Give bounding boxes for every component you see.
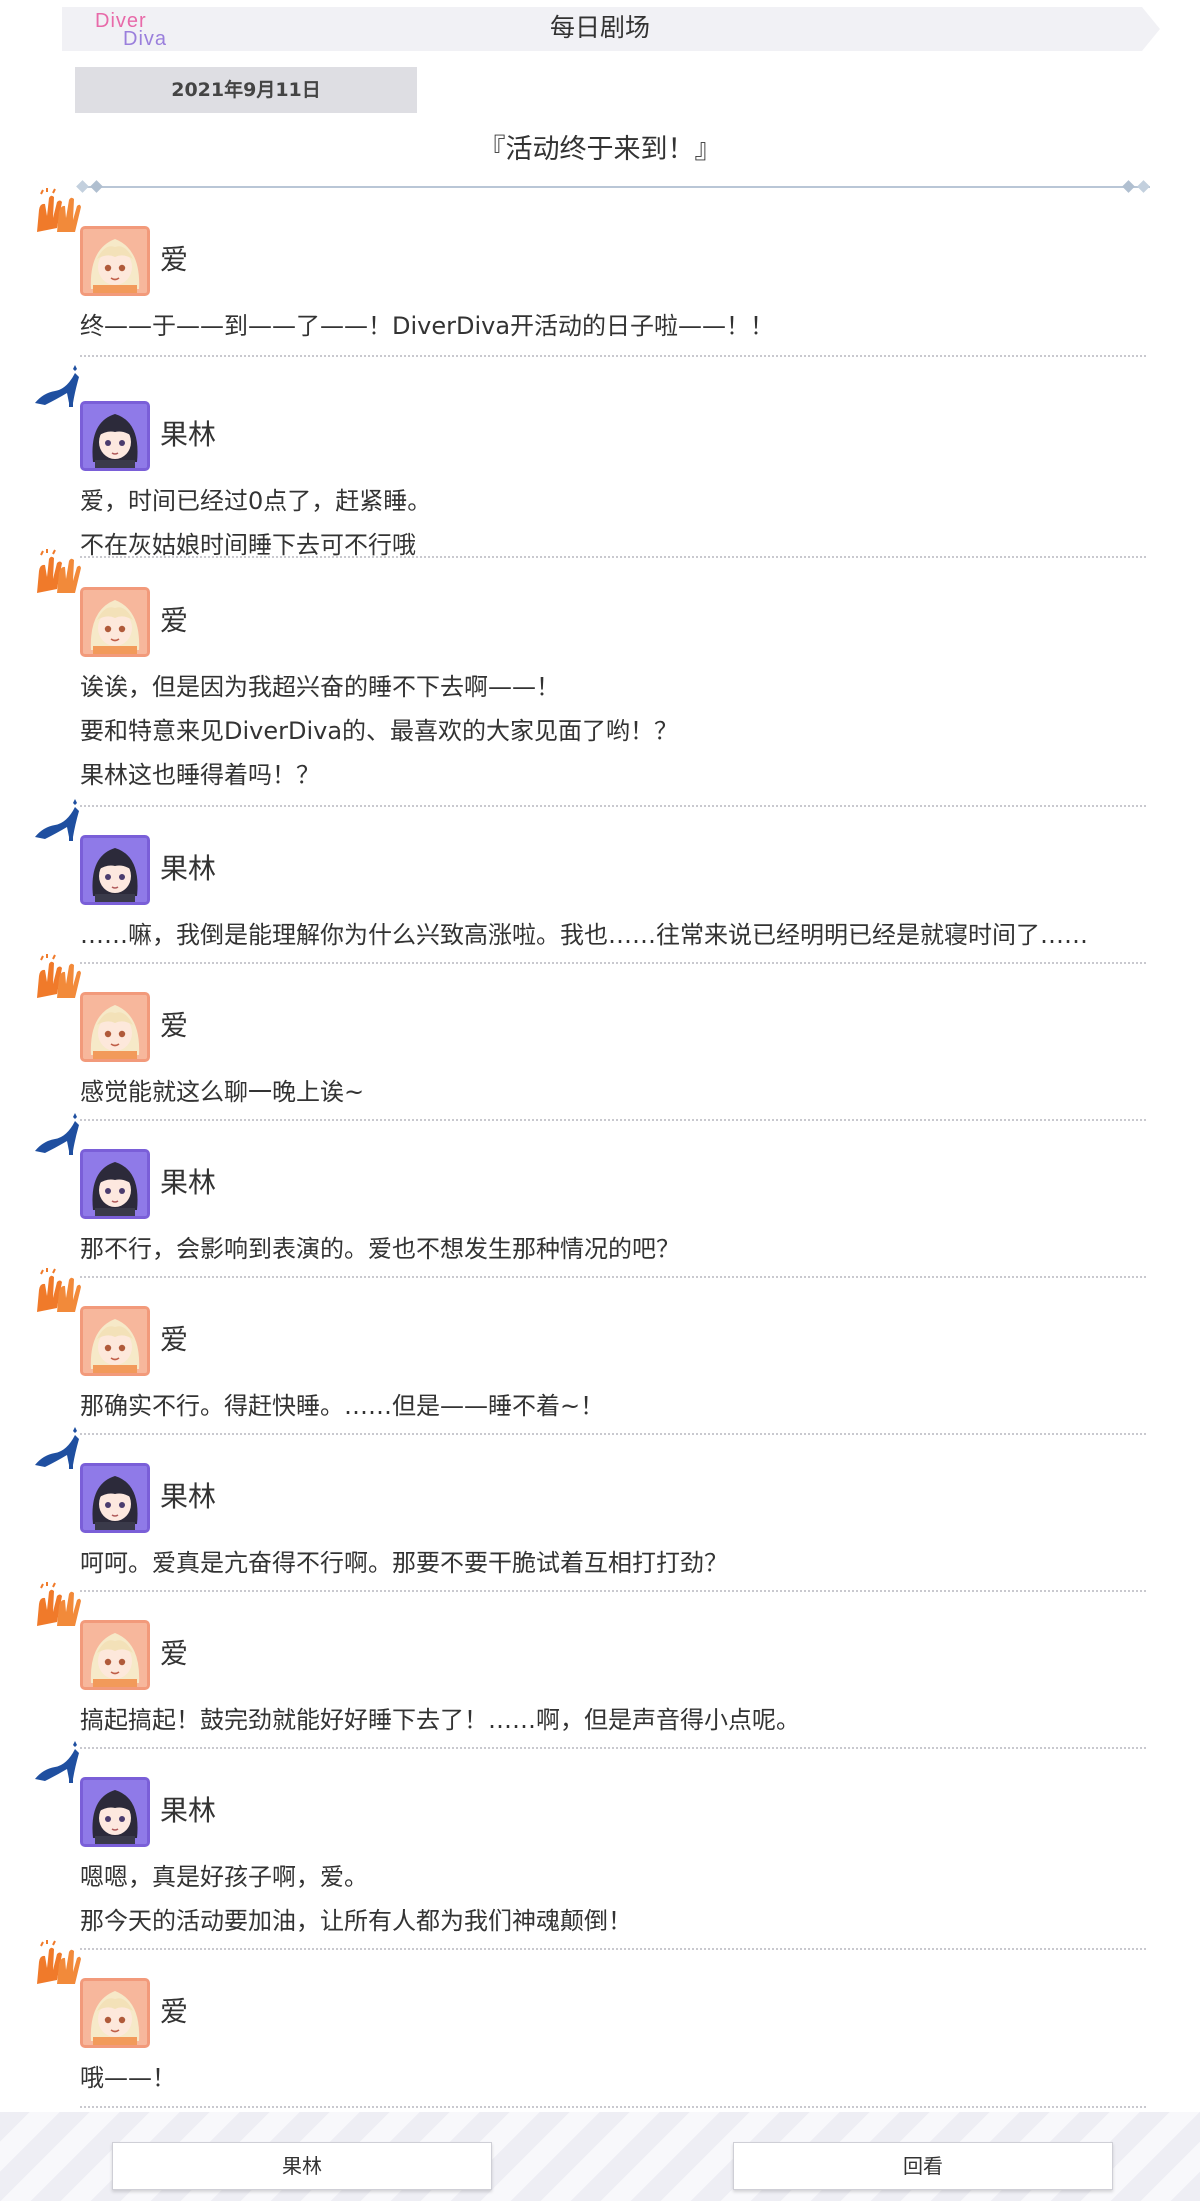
date-label: 2021年9月11日	[75, 67, 417, 113]
dialogue-text: 诶诶，但是因为我超兴奋的睡不下去啊——！ 要和特意来见DiverDiva的、最喜欢…	[80, 665, 678, 797]
page-title: 每日剧场	[549, 13, 650, 42]
dialogue-line: 要和特意来见DiverDiva的、最喜欢的大家见面了哟！？	[80, 717, 679, 745]
cheer-hands-icon	[33, 549, 83, 597]
dialogue-line: 不在灰姑娘时间睡下去可不行哦	[80, 531, 416, 559]
speaker-name: 果林	[160, 852, 217, 885]
speaker-avatar	[80, 1306, 150, 1376]
dialogue-separator	[80, 1119, 1146, 1121]
dialogue-text: 感觉能就这么聊一晚上诶~	[80, 1070, 364, 1114]
glass-slipper-icon	[33, 363, 83, 411]
speaker-avatar	[80, 401, 150, 471]
dialogue-line: 那不行，会影响到表演的。爱也不想发生那种情况的吧？	[80, 1235, 680, 1263]
karin-button[interactable]: 果林	[112, 2142, 492, 2190]
speaker-name: 爱	[160, 1323, 189, 1356]
dialogue-line: 那今天的活动要加油，让所有人都为我们神魂颠倒！	[80, 1907, 632, 1935]
speaker-name: 果林	[160, 1794, 217, 1827]
speaker-name: 爱	[160, 1995, 189, 2028]
dialogue-line: 诶诶，但是因为我超兴奋的睡不下去啊——！	[80, 673, 560, 701]
speaker-avatar	[80, 1620, 150, 1690]
cheer-hands-icon	[33, 188, 83, 236]
dialogue-separator	[80, 1747, 1146, 1749]
dialogue-text: 那不行，会影响到表演的。爱也不想发生那种情况的吧？	[80, 1227, 680, 1271]
dialogue-text: 哦——！	[80, 2056, 176, 2100]
speaker-avatar	[80, 226, 150, 296]
dialogue-text: 嗯嗯，真是好孩子啊，爱。那今天的活动要加油，让所有人都为我们神魂颠倒！	[80, 1855, 632, 1943]
divider-diamond-icon	[1137, 180, 1150, 193]
cheer-hands-icon	[33, 954, 83, 1002]
dialogue-line: 感觉能就这么聊一晚上诶~	[80, 1078, 365, 1106]
episode-title: 『活动终于来到！』	[478, 134, 722, 165]
title-divider	[80, 186, 1150, 188]
speaker-name: 果林	[160, 1480, 217, 1513]
dialogue-text: ……嘛，我倒是能理解你为什么兴致高涨啦。我也……往常来说已经明明已经是就寝时间了…	[80, 913, 1088, 957]
speaker-name: 果林	[160, 418, 217, 451]
speaker-name: 果林	[160, 1166, 217, 1199]
speaker-avatar	[80, 587, 150, 657]
dialogue-separator	[80, 1433, 1146, 1435]
speaker-avatar	[80, 1149, 150, 1219]
speaker-name: 爱	[160, 604, 189, 637]
dialogue-line: 嗯嗯，真是好孩子啊，爱。	[80, 1863, 368, 1891]
dialogue-line: 哦——！	[80, 2064, 176, 2092]
dialogue-line: 搞起搞起！鼓完劲就能好好睡下去了！……啊，但是声音得小点呢。	[80, 1706, 800, 1734]
dialogue-separator	[80, 1276, 1146, 1278]
speaker-name: 爱	[160, 1009, 189, 1042]
glass-slipper-icon	[33, 1425, 83, 1473]
speaker-avatar	[80, 1777, 150, 1847]
dialogue-separator	[80, 1948, 1146, 1950]
dialogue-line: 终——于——到——了——！DiverDiva开活动的日子啦——！！	[80, 312, 775, 340]
cheer-hands-icon	[33, 1940, 83, 1988]
glass-slipper-icon	[33, 797, 83, 845]
dialogue-line: 呵呵。爱真是亢奋得不行啊。那要不要干脆试着互相打打劲？	[80, 1549, 728, 1577]
divider-diamond-icon	[1122, 180, 1135, 193]
speaker-name: 爱	[160, 243, 189, 276]
dialogue-line: ……嘛，我倒是能理解你为什么兴致高涨啦。我也……往常来说已经明明已经是就寝时间了…	[80, 921, 1088, 949]
dialogue-text: 搞起搞起！鼓完劲就能好好睡下去了！……啊，但是声音得小点呢。	[80, 1698, 800, 1742]
divider-diamond-icon	[90, 180, 103, 193]
dialogue-separator	[80, 355, 1146, 357]
speaker-avatar	[80, 992, 150, 1062]
dialogue-line: 那确实不行。得赶快睡。……但是——睡不着~！	[80, 1392, 605, 1420]
dialogue-separator	[80, 1590, 1146, 1592]
speaker-name: 爱	[160, 1637, 189, 1670]
dialogue-text: 爱，时间已经过0点了，赶紧睡。 不在灰姑娘时间睡下去可不行哦	[80, 479, 431, 567]
dialogue-separator	[80, 556, 1146, 558]
glass-slipper-icon	[33, 1111, 83, 1159]
dialogue-separator	[80, 2106, 1146, 2108]
speaker-avatar	[80, 835, 150, 905]
dialogue-text: 呵呵。爱真是亢奋得不行啊。那要不要干脆试着互相打打劲？	[80, 1541, 728, 1585]
dialogue-line: 爱，时间已经过0点了，赶紧睡。	[80, 487, 432, 515]
speaker-avatar	[80, 1463, 150, 1533]
speaker-avatar	[80, 1978, 150, 2048]
dialogue-separator	[80, 805, 1146, 807]
dialogue-line: 果林这也睡得着吗！？	[80, 761, 320, 789]
dialogue-text: 那确实不行。得赶快睡。……但是——睡不着~！	[80, 1384, 604, 1428]
dialogue-text: 终——于——到——了——！DiverDiva开活动的日子啦——！！	[80, 304, 774, 348]
replay-button[interactable]: 回看	[733, 2142, 1113, 2190]
dialogue-separator	[80, 962, 1146, 964]
cheer-hands-icon	[33, 1268, 83, 1316]
glass-slipper-icon	[33, 1739, 83, 1787]
cheer-hands-icon	[33, 1582, 83, 1630]
